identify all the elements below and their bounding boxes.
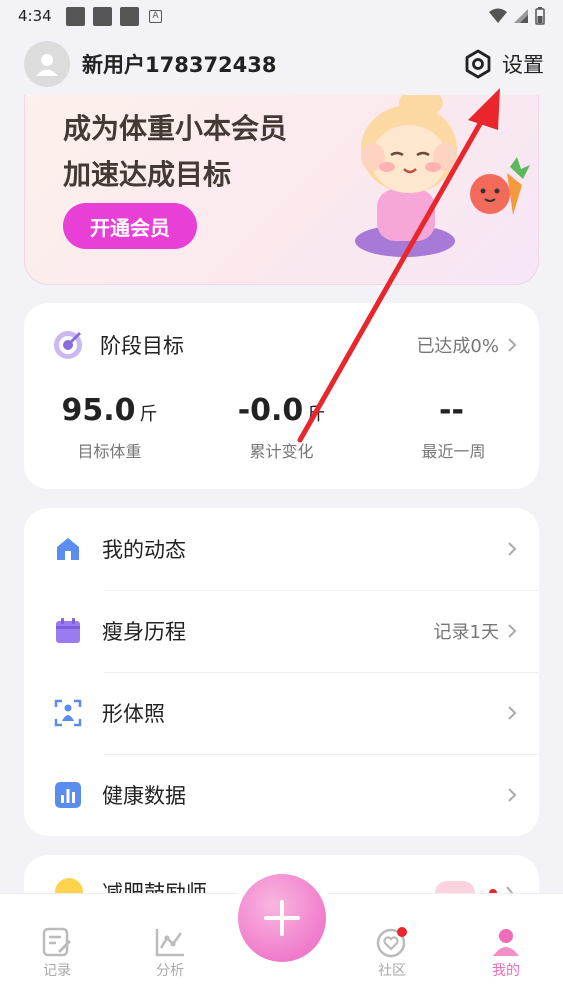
chevron-right-icon <box>508 542 517 556</box>
stat-last-week: -- 最近一周 <box>368 393 539 462</box>
stat-value: -0.0 <box>237 393 304 428</box>
banner-subtitle: 加速达成目标 <box>63 158 232 191</box>
tab-label: 分析 <box>156 963 184 979</box>
stage-goal-title: 阶段目标 <box>100 334 184 358</box>
menu-item-weight-loss-journey[interactable]: 瘦身历程 记录1天 <box>24 590 539 672</box>
mascot-illustration <box>355 95 530 257</box>
gear-icon <box>465 49 491 79</box>
notification-icon <box>66 6 85 26</box>
open-membership-button[interactable]: 开通会员 <box>63 203 197 249</box>
menu-item-body-photos[interactable]: 形体照 <box>24 672 539 754</box>
username[interactable]: 新用户178372438 <box>82 49 277 79</box>
battery-icon <box>535 7 545 25</box>
tab-analysis[interactable]: 分析 <box>130 924 210 980</box>
menu-card: 我的动态 瘦身历程 记录1天 形体照 健康数据 <box>24 508 539 836</box>
plus-icon <box>264 900 300 936</box>
tab-record[interactable]: 记录 <box>17 924 97 980</box>
analysis-icon <box>155 929 184 957</box>
body-scan-icon <box>54 699 82 727</box>
home-icon <box>57 538 79 560</box>
stat-label: 目标体重 <box>77 442 142 461</box>
calendar-icon <box>56 618 80 643</box>
avatar[interactable] <box>24 41 70 87</box>
profile-header: 新用户178372438 设置 <box>24 40 544 88</box>
goal-progress-label: 已达成0% <box>416 336 499 357</box>
tab-community[interactable]: 社区 <box>352 924 432 980</box>
chart-icon <box>55 782 81 808</box>
banner-title: 成为体重小本会员 <box>63 112 288 145</box>
goal-progress: 已达成0% <box>416 332 517 358</box>
notification-icon <box>93 6 112 26</box>
status-time: 4:34 <box>18 7 52 25</box>
stat-value: -- <box>439 393 464 428</box>
status-bar: 4:34 A <box>0 0 563 32</box>
stage-goal-card[interactable]: 阶段目标 已达成0% 95.0 斤 目标体重 -0.0 斤 累计变化 -- 最近一周 <box>24 303 539 489</box>
target-icon <box>54 331 82 359</box>
add-record-button[interactable] <box>238 874 326 962</box>
signal-icon <box>514 9 528 23</box>
stat-cumulative-change: -0.0 斤 累计变化 <box>196 393 367 462</box>
notification-icon <box>120 6 139 26</box>
chevron-right-icon <box>508 338 517 352</box>
community-icon <box>376 927 407 958</box>
menu-item-health-data[interactable]: 健康数据 <box>24 754 539 836</box>
tab-label: 社区 <box>378 963 406 979</box>
menu-item-extra: 记录1天 <box>433 622 499 643</box>
wifi-icon <box>489 8 507 23</box>
stage-goal-header[interactable]: 阶段目标 已达成0% <box>52 327 517 363</box>
menu-item-label: 瘦身历程 <box>102 620 186 644</box>
tab-label: 我的 <box>492 963 520 979</box>
tab-profile[interactable]: 我的 <box>466 924 546 980</box>
stat-unit: 斤 <box>139 404 158 425</box>
membership-banner[interactable]: 成为体重小本会员 加速达成目标 开通会员 <box>24 95 539 285</box>
menu-item-label: 形体照 <box>102 702 165 726</box>
tab-label: 记录 <box>43 963 71 979</box>
settings-button[interactable]: 设置 <box>462 48 544 80</box>
chevron-right-icon <box>508 706 517 720</box>
settings-label: 设置 <box>502 53 544 77</box>
chevron-right-icon <box>508 624 517 638</box>
record-icon <box>42 927 72 957</box>
menu-item-label: 健康数据 <box>102 784 186 808</box>
stat-label: 最近一周 <box>421 442 486 461</box>
stat-value: 95.0 <box>61 393 136 428</box>
menu-item-my-posts[interactable]: 我的动态 <box>24 508 539 590</box>
stat-label: 累计变化 <box>249 442 314 461</box>
profile-icon <box>493 929 519 956</box>
keyboard-notification-icon: A <box>149 9 162 23</box>
stat-target-weight: 95.0 斤 目标体重 <box>24 393 195 462</box>
user-avatar-icon <box>36 54 58 76</box>
stat-unit: 斤 <box>307 404 326 425</box>
menu-item-label: 我的动态 <box>102 538 186 562</box>
chevron-right-icon <box>508 788 517 802</box>
